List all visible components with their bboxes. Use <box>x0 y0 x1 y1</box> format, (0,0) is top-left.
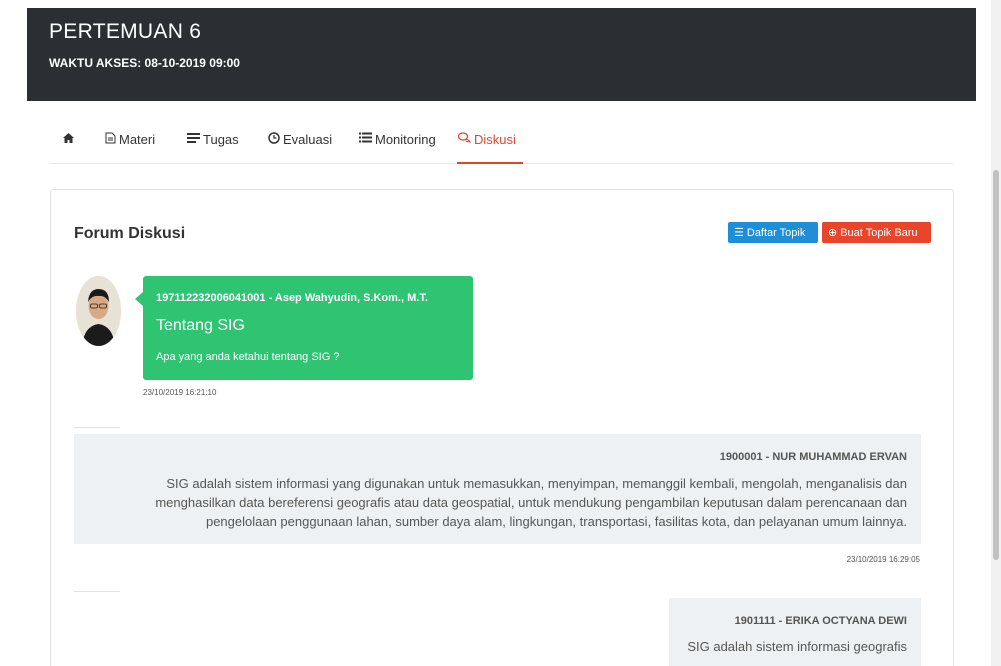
reply-text: SIG adalah sistem informasi geografis <box>687 639 907 654</box>
tasks-icon <box>187 132 200 146</box>
topic-list-button[interactable]: ☰ Daftar Topik <box>728 222 818 243</box>
tab-home[interactable] <box>62 124 78 164</box>
tab-bar: Materi Tugas Evaluasi Monitoring Diskusi <box>50 124 953 164</box>
tab-evaluasi[interactable]: Evaluasi <box>268 124 332 164</box>
topic-post: 197112232006041001 - Asep Wahyudin, S.Ko… <box>135 276 473 380</box>
new-topic-button[interactable]: ⊕ Buat Topik Baru <box>822 222 931 243</box>
tab-label: Materi <box>119 132 156 147</box>
tab-label: Evaluasi <box>283 132 333 147</box>
list-icon <box>359 132 372 146</box>
tab-diskusi[interactable]: Diskusi <box>457 124 523 164</box>
divider <box>74 427 120 428</box>
scrollbar[interactable] <box>991 0 1001 666</box>
meeting-header: PERTEMUAN 6 WAKTU AKSES: 08-10-2019 09:0… <box>27 8 976 101</box>
clock-icon <box>268 132 280 147</box>
reply-author: 1901111 - ERIKA OCTYANA DEWI <box>734 615 907 627</box>
forum-panel: Forum Diskusi ☰ Daftar Topik ⊕ Buat Topi… <box>50 189 954 666</box>
access-time: WAKTU AKSES: 08-10-2019 09:00 <box>49 56 240 70</box>
tab-monitoring[interactable]: Monitoring <box>359 124 436 164</box>
forum-title: Forum Diskusi <box>74 225 186 242</box>
scrollbar-thumb[interactable] <box>993 170 999 560</box>
reply-item: 1900001 - NUR MUHAMMAD ERVAN SIG adalah … <box>74 434 921 544</box>
chat-icon <box>457 132 471 146</box>
tab-materi[interactable]: Materi <box>105 124 155 164</box>
reply-item: 1901111 - ERIKA OCTYANA DEWI SIG adalah … <box>669 598 921 666</box>
plus-circle-icon: ⊕ <box>828 227 838 239</box>
reply-author: 1900001 - NUR MUHAMMAD ERVAN <box>719 451 907 463</box>
list-icon: ☰ <box>734 227 744 239</box>
topic-list-label: Daftar Topik <box>746 226 806 239</box>
tab-label: Diskusi <box>474 132 516 147</box>
post-topic: Tentang SIG <box>156 317 245 334</box>
home-icon <box>62 132 75 147</box>
tab-tugas[interactable]: Tugas <box>187 124 239 164</box>
divider <box>74 591 120 592</box>
tab-label: Monitoring <box>375 132 436 147</box>
page: PERTEMUAN 6 WAKTU AKSES: 08-10-2019 09:0… <box>0 0 1001 666</box>
document-icon <box>105 132 116 147</box>
new-topic-label: Buat Topik Baru <box>840 226 918 239</box>
page-title: PERTEMUAN 6 <box>49 20 202 43</box>
author-avatar <box>76 276 121 346</box>
reply-timestamp: 23/10/2019 16:29:05 <box>846 555 920 564</box>
post-author: 197112232006041001 - Asep Wahyudin, S.Ko… <box>156 292 428 304</box>
reply-text: SIG adalah sistem informasi yang digunak… <box>155 476 907 529</box>
post-timestamp: 23/10/2019 16:21:10 <box>143 388 217 397</box>
post-question: Apa yang anda ketahui tentang SIG ? <box>156 351 340 363</box>
tab-label: Tugas <box>203 132 239 147</box>
